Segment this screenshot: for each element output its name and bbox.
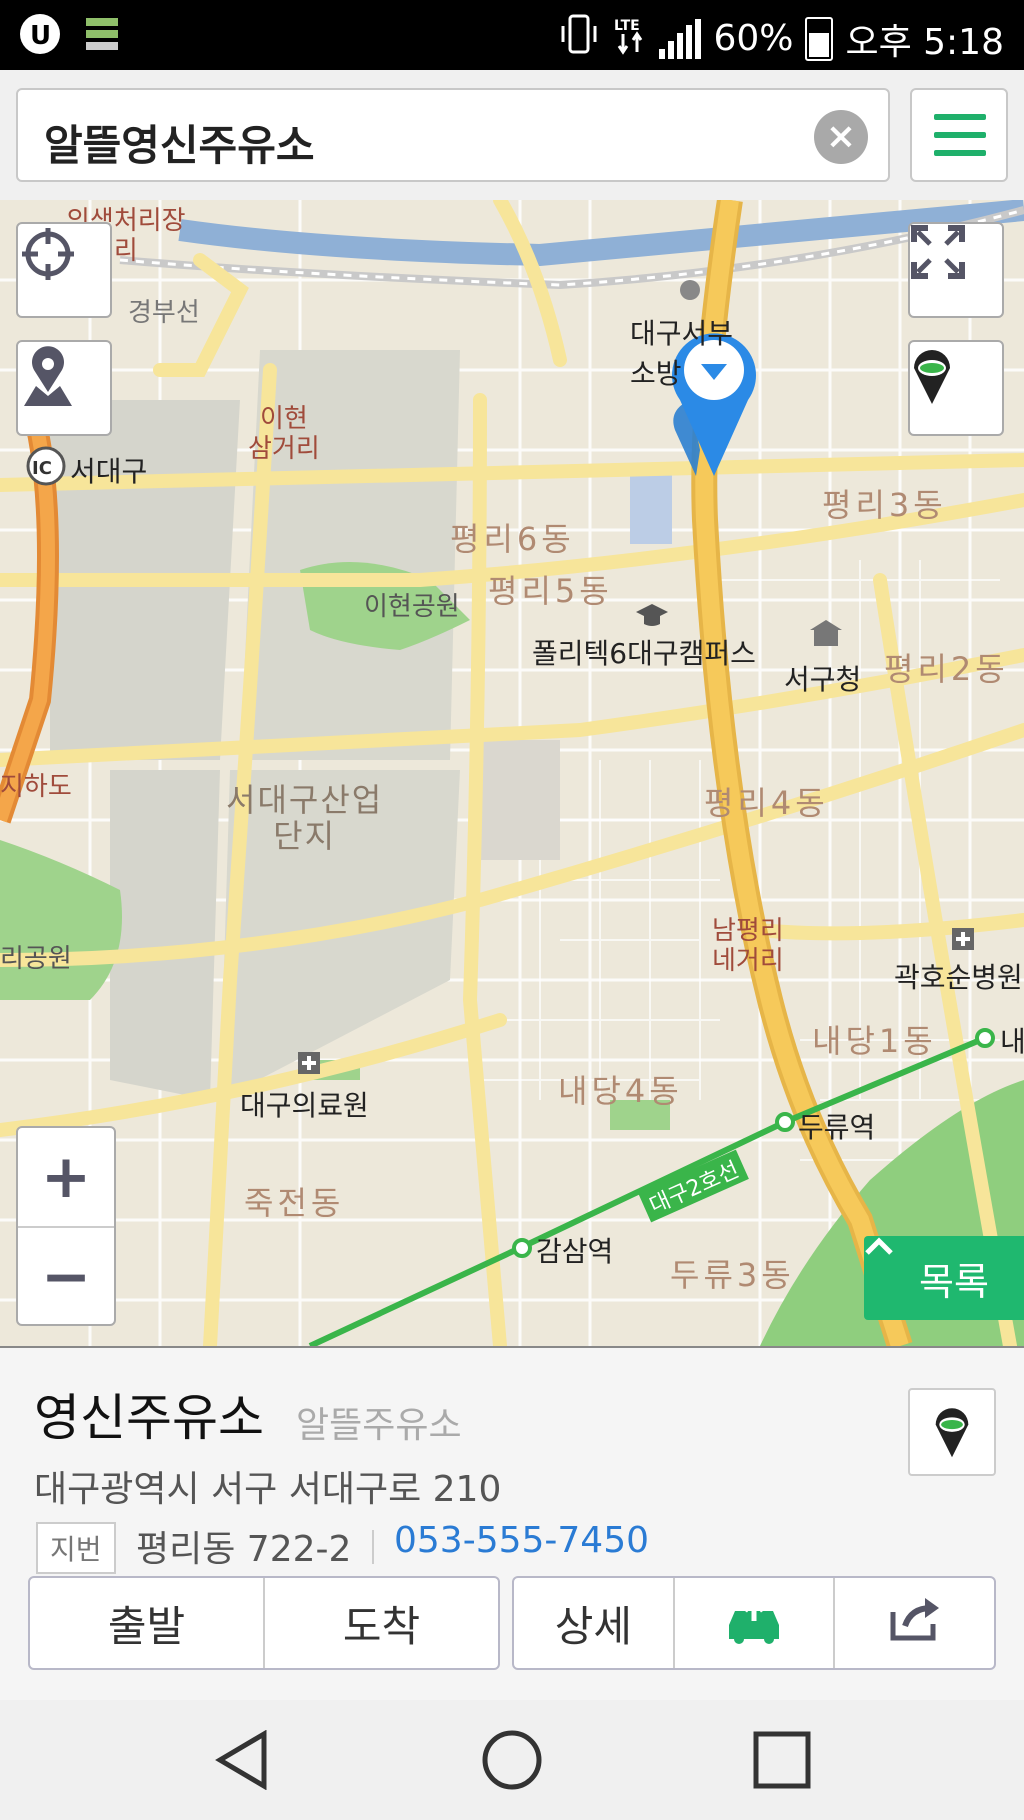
map-label-daegu-medical-center: 대구의료원 bbox=[240, 1089, 369, 1122]
u-plus-icon: U bbox=[18, 12, 62, 60]
map-label-naedang4: 내당4동 bbox=[558, 1072, 683, 1110]
svg-text:U: U bbox=[30, 21, 51, 51]
gas-station-filter-button[interactable] bbox=[908, 340, 1004, 436]
battery-icon bbox=[805, 16, 834, 61]
map-label-nampyeongri-intersection: 남평리 네거리 bbox=[712, 916, 784, 976]
map-label-fire-station: 대구서부 소방 bbox=[630, 317, 734, 390]
signal-icon bbox=[659, 18, 702, 59]
list-label: 목록 bbox=[919, 1259, 989, 1304]
map-label-ihyeon-intersection: 이현 삼거리 bbox=[248, 404, 320, 464]
lte-icon: LTE bbox=[613, 12, 647, 65]
depart-button[interactable]: 출발 bbox=[30, 1578, 263, 1668]
recents-button[interactable] bbox=[752, 1730, 812, 1790]
map-view[interactable]: IC 의생처리장 사거리 경부선 대구서부 소방 이현 삼거리 서대구 평리6동… bbox=[0, 200, 1024, 1346]
place-name[interactable]: 영신주유소 bbox=[34, 1378, 264, 1450]
navigation-bar bbox=[0, 1700, 1024, 1820]
fullscreen-button[interactable] bbox=[908, 222, 1004, 318]
battery-percent: 60% bbox=[713, 18, 794, 59]
map-label-pyeongri6: 평리6동 bbox=[450, 520, 575, 558]
map-label-duryu3: 두류3동 bbox=[670, 1256, 795, 1294]
search-input[interactable]: 알뜰영신주유소 × bbox=[16, 88, 890, 182]
car-route-icon bbox=[723, 1591, 785, 1655]
jibun-badge: 지번 bbox=[36, 1522, 116, 1574]
map-label-industrial-complex: 서대구산업 단지 bbox=[226, 781, 384, 855]
map-label-seodaegu-ic: 서대구 bbox=[70, 455, 148, 488]
map-label-polytech: 폴리텍6대구캠퍼스 bbox=[532, 637, 756, 670]
map-label-duryu-station: 두류역 bbox=[798, 1111, 876, 1144]
map-label-jukjeon: 죽전동 bbox=[244, 1184, 345, 1222]
clear-search-button[interactable]: × bbox=[814, 110, 868, 164]
map-label-naedang1: 내당1동 bbox=[812, 1022, 937, 1060]
car-route-button[interactable] bbox=[672, 1578, 834, 1668]
detail-button[interactable]: 상세 bbox=[514, 1578, 673, 1668]
map-label-gamsam-station: 감삼역 bbox=[536, 1235, 614, 1268]
place-info-panel: 영신주유소 알뜰주유소 대구광역시 서구 서대구로 210 지번 평리동 722… bbox=[0, 1346, 1024, 1702]
share-button[interactable] bbox=[833, 1578, 994, 1668]
zoom-control: + − bbox=[16, 1126, 116, 1326]
my-places-button[interactable] bbox=[16, 340, 112, 436]
zoom-in-button[interactable]: + bbox=[18, 1128, 114, 1226]
map-label-park-left: 리공원 bbox=[0, 944, 72, 974]
clock: 오후 5:18 bbox=[845, 21, 1004, 63]
phone-link[interactable]: 053-555-7450 bbox=[394, 1520, 649, 1561]
map-label-naedang-station: 내 bbox=[1000, 1025, 1024, 1058]
home-circle-icon bbox=[482, 1730, 542, 1794]
map-label-ihyeon-park: 이현공원 bbox=[364, 592, 460, 622]
green-pin-icon bbox=[932, 1401, 972, 1463]
back-button[interactable] bbox=[212, 1729, 272, 1791]
sim-stack-icon bbox=[84, 14, 120, 58]
current-location-button[interactable] bbox=[16, 222, 112, 318]
map-canvas: IC bbox=[0, 200, 1024, 1346]
status-bar: U LTE 60% 오후 5:18 bbox=[0, 0, 1024, 70]
jibun-address: 평리동 722-2 bbox=[136, 1529, 352, 1570]
map-label-hospital-right: 곽호순병원 bbox=[894, 961, 1023, 994]
place-address: 대구광역시 서구 서대구로 210 bbox=[34, 1469, 502, 1510]
home-button[interactable] bbox=[482, 1730, 542, 1790]
divider bbox=[372, 1530, 374, 1564]
map-label-seogu-office: 서구청 bbox=[784, 663, 862, 696]
route-button-group: 출발 도착 bbox=[28, 1576, 500, 1670]
detail-button-group: 상세 bbox=[512, 1576, 996, 1670]
place-category: 알뜰주유소 bbox=[296, 1405, 462, 1446]
vibrate-icon bbox=[557, 12, 601, 65]
back-triangle-icon bbox=[212, 1729, 272, 1794]
svg-text:IC: IC bbox=[32, 458, 52, 479]
search-query: 알뜰영신주유소 bbox=[44, 121, 315, 170]
map-label-pyeongri5: 평리5동 bbox=[488, 572, 613, 610]
gas-station-type-button[interactable] bbox=[908, 1388, 996, 1476]
map-label-underpass: 지하도 bbox=[0, 772, 72, 802]
share-icon bbox=[887, 1594, 943, 1652]
map-label-pyeongri3: 평리3동 bbox=[822, 486, 947, 524]
list-button[interactable]: 목록 bbox=[864, 1236, 1024, 1320]
map-label-pyeongri2: 평리2동 bbox=[884, 650, 1009, 688]
svg-text:LTE: LTE bbox=[614, 18, 640, 34]
map-label-pyeongri4: 평리4동 bbox=[704, 784, 829, 822]
map-label-railway: 경부선 bbox=[128, 298, 200, 328]
recents-square-icon bbox=[752, 1731, 812, 1794]
zoom-out-button[interactable]: − bbox=[18, 1226, 114, 1326]
search-bar: 알뜰영신주유소 × bbox=[0, 70, 1024, 202]
menu-button[interactable] bbox=[910, 88, 1008, 182]
arrive-button[interactable]: 도착 bbox=[263, 1578, 498, 1668]
